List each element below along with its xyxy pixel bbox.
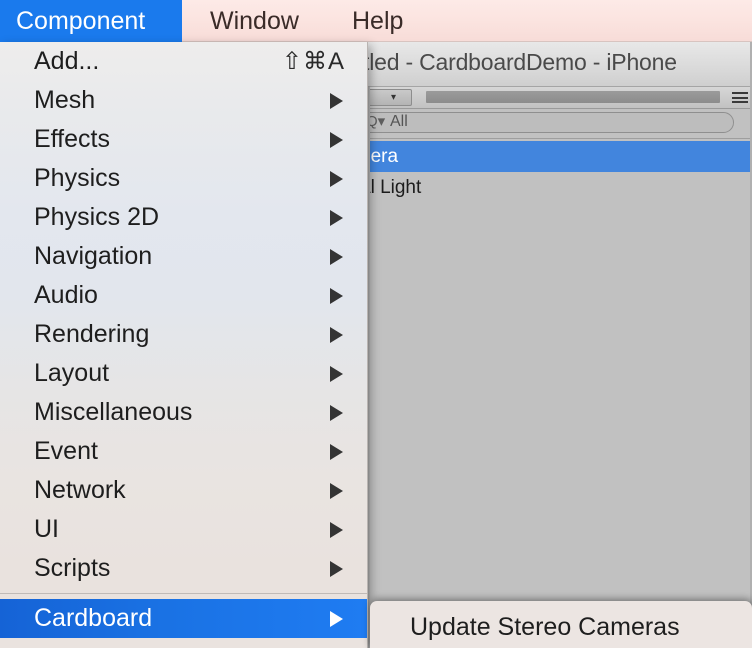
hierarchy-search-row: Q▾ All bbox=[368, 109, 752, 139]
menu-item-label: Audio bbox=[34, 281, 98, 309]
menubar-item-window[interactable]: Window bbox=[194, 0, 326, 42]
menu-item-scripts[interactable]: Scripts bbox=[0, 549, 367, 588]
menubar-item-label: Window bbox=[210, 7, 299, 35]
menu-item-event[interactable]: Event bbox=[0, 432, 367, 471]
menu-item-effects[interactable]: Effects bbox=[0, 120, 367, 159]
menu-item-label: Physics bbox=[34, 164, 121, 192]
hierarchy-search-value: All bbox=[390, 113, 408, 130]
menu-item-add[interactable]: Add... ⇧⌘A bbox=[0, 42, 367, 81]
menu-item-physics[interactable]: Physics bbox=[0, 159, 367, 198]
component-dropdown-menu: Add... ⇧⌘A Mesh Effects Physics Physics … bbox=[0, 42, 368, 648]
chevron-right-icon bbox=[330, 610, 343, 627]
search-icon: Q▾ bbox=[368, 113, 386, 130]
menubar-item-help[interactable]: Help bbox=[336, 0, 424, 42]
panel-menu-icon[interactable] bbox=[732, 92, 748, 103]
panel-drag-bar[interactable] bbox=[426, 91, 720, 103]
screen-root: tled - CardboardDemo - iPhone ▾ Q▾ All n… bbox=[0, 0, 752, 648]
menu-item-ui[interactable]: UI bbox=[0, 510, 367, 549]
menubar-item-label: Component bbox=[16, 7, 146, 35]
hierarchy-item-directional-light[interactable]: al Light bbox=[368, 172, 752, 203]
menu-item-label: Physics 2D bbox=[34, 203, 160, 231]
menu-item-label: Network bbox=[34, 476, 126, 504]
chevron-right-icon bbox=[330, 287, 343, 304]
menu-item-shortcut: ⇧⌘A bbox=[281, 48, 345, 75]
chevron-right-icon bbox=[330, 365, 343, 382]
chevron-right-icon bbox=[330, 482, 343, 499]
hierarchy-tab-handle[interactable]: ▾ bbox=[368, 89, 412, 106]
chevron-right-icon bbox=[330, 248, 343, 265]
menu-item-rendering[interactable]: Rendering bbox=[0, 315, 367, 354]
hierarchy-list: nera al Light bbox=[368, 141, 752, 648]
menu-item-physics-2d[interactable]: Physics 2D bbox=[0, 198, 367, 237]
chevron-right-icon bbox=[330, 521, 343, 538]
menu-item-label: Rendering bbox=[34, 320, 150, 348]
menu-item-label: Event bbox=[34, 437, 98, 465]
chevron-right-icon bbox=[330, 131, 343, 148]
menubar-item-component[interactable]: Component bbox=[0, 0, 182, 42]
tab-grip-icon: ▾ bbox=[391, 92, 397, 103]
menu-separator bbox=[0, 588, 367, 599]
hierarchy-item-label: nera bbox=[368, 146, 399, 167]
chevron-right-icon bbox=[330, 560, 343, 577]
menu-item-label: Cardboard bbox=[34, 604, 153, 632]
menu-item-mesh[interactable]: Mesh bbox=[0, 81, 367, 120]
unity-editor-window: tled - CardboardDemo - iPhone ▾ Q▾ All n… bbox=[368, 42, 752, 648]
submenu-item-label: Update Stereo Cameras bbox=[410, 613, 680, 641]
menu-item-navigation[interactable]: Navigation bbox=[0, 237, 367, 276]
menu-item-layout[interactable]: Layout bbox=[0, 354, 367, 393]
menu-item-label: Scripts bbox=[34, 554, 111, 582]
chevron-right-icon bbox=[330, 326, 343, 343]
chevron-right-icon bbox=[330, 170, 343, 187]
menu-item-label: Navigation bbox=[34, 242, 153, 270]
menubar-item-label: Help bbox=[352, 7, 404, 35]
hierarchy-item-label: al Light bbox=[368, 177, 422, 198]
unity-window-titlebar: tled - CardboardDemo - iPhone bbox=[368, 42, 752, 87]
menu-item-audio[interactable]: Audio bbox=[0, 276, 367, 315]
menu-item-network[interactable]: Network bbox=[0, 471, 367, 510]
menu-item-label: UI bbox=[34, 515, 59, 543]
chevron-right-icon bbox=[330, 209, 343, 226]
unity-window-title: tled - CardboardDemo - iPhone bbox=[368, 49, 677, 75]
menu-item-cardboard[interactable]: Cardboard bbox=[0, 599, 367, 638]
chevron-right-icon bbox=[330, 92, 343, 109]
menu-item-label: Add... bbox=[34, 47, 100, 75]
hierarchy-panel-toolbar: ▾ bbox=[368, 87, 752, 109]
menu-item-label: Layout bbox=[34, 359, 110, 387]
chevron-right-icon bbox=[330, 443, 343, 460]
panel-left-edge bbox=[368, 87, 370, 648]
menu-item-label: Effects bbox=[34, 125, 110, 153]
menu-item-label: Mesh bbox=[34, 86, 96, 114]
hierarchy-search-input[interactable] bbox=[368, 112, 734, 133]
menu-item-label: Miscellaneous bbox=[34, 398, 193, 426]
submenu-item-update-stereo-cameras[interactable]: Update Stereo Cameras bbox=[370, 601, 752, 648]
menu-item-miscellaneous[interactable]: Miscellaneous bbox=[0, 393, 367, 432]
chevron-right-icon bbox=[330, 404, 343, 421]
menu-bar: Component Window Help bbox=[0, 0, 752, 42]
hierarchy-item-main-camera[interactable]: nera bbox=[368, 141, 752, 172]
cardboard-submenu: Update Stereo Cameras bbox=[370, 601, 752, 648]
